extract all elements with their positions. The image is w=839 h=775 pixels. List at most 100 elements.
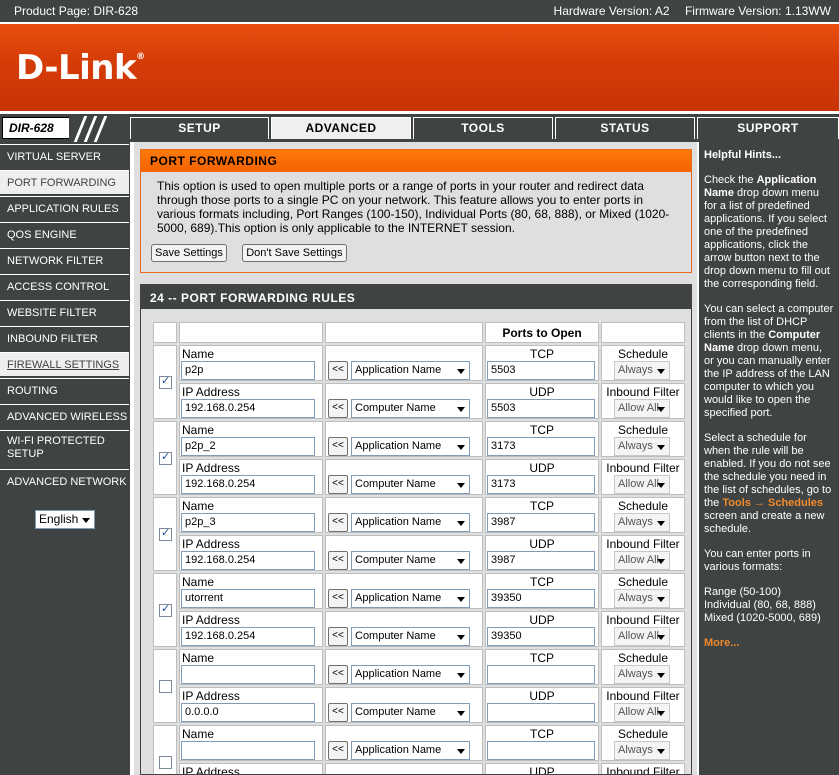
inbound-filter-select[interactable]: Allow All <box>614 551 670 570</box>
rule-ip-input[interactable]: 192.168.0.254 <box>181 551 315 570</box>
udp-ports-input[interactable]: 3173 <box>487 475 595 494</box>
rule-ip-cell: IP Address 192.168.0.254 <box>179 383 323 419</box>
language-select[interactable]: English <box>35 510 95 529</box>
inbound-filter-select[interactable]: Allow All <box>614 399 670 418</box>
chevron-down-icon <box>657 407 665 412</box>
udp-cell: UDP 5503 <box>485 383 599 419</box>
ip-address-label: IP Address <box>182 385 240 399</box>
sidebar-item-inbound-filter[interactable]: INBOUND FILTER <box>0 326 129 350</box>
fill-from-app-button[interactable]: << <box>328 513 348 532</box>
name-label: Name <box>182 499 215 513</box>
schedule-label: Schedule <box>617 423 669 437</box>
fill-from-computer-button[interactable]: << <box>328 703 348 722</box>
sidebar-item-advanced-network[interactable]: ADVANCED NETWORK <box>0 469 129 493</box>
rule-name-input[interactable]: p2p_2 <box>181 437 315 456</box>
sidebar-item-wifi-protected-setup[interactable]: WI-FI PROTECTED SETUP <box>0 430 129 467</box>
tools-schedules-link[interactable]: Tools → Schedules <box>722 497 823 509</box>
fill-from-app-button[interactable]: << <box>328 437 348 456</box>
application-name-select[interactable]: Application Name <box>351 741 470 760</box>
fill-from-computer-button[interactable]: << <box>328 475 348 494</box>
fill-from-app-button[interactable]: << <box>328 741 348 760</box>
rule-name-input[interactable]: p2p_3 <box>181 513 315 532</box>
schedule-select[interactable]: Always <box>614 589 670 608</box>
rule-enable-checkbox[interactable] <box>159 680 172 693</box>
more-link[interactable]: More... <box>704 637 834 650</box>
sidebar-item-firewall-settings[interactable]: FIREWALL SETTINGS <box>0 352 129 376</box>
fill-from-app-button[interactable]: << <box>328 665 348 684</box>
tab-support[interactable]: SUPPORT <box>697 117 839 139</box>
schedule-select[interactable]: Always <box>614 437 670 456</box>
sidebar-item-access-control[interactable]: ACCESS CONTROL <box>0 274 129 298</box>
fill-from-app-button[interactable]: << <box>328 589 348 608</box>
save-settings-button[interactable]: Save Settings <box>151 244 227 262</box>
fill-from-app-button[interactable]: << <box>328 361 348 380</box>
sidebar-item-network-filter[interactable]: NETWORK FILTER <box>0 248 129 272</box>
udp-ports-input[interactable]: 5503 <box>487 399 595 418</box>
fill-from-computer-button[interactable]: << <box>328 627 348 646</box>
slash-decoration <box>69 114 127 142</box>
app-select-cell: << Application Name <box>325 497 483 533</box>
sidebar-item-virtual-server[interactable]: VIRTUAL SERVER <box>0 144 129 168</box>
rule-ip-input[interactable]: 0.0.0.0 <box>181 703 315 722</box>
tcp-ports-input[interactable] <box>487 665 595 684</box>
udp-ports-input[interactable]: 3987 <box>487 551 595 570</box>
udp-ports-input[interactable] <box>487 703 595 722</box>
rule-enable-checkbox[interactable] <box>159 756 172 769</box>
inbound-filter-select[interactable]: Allow All <box>614 627 670 646</box>
dont-save-settings-button[interactable]: Don't Save Settings <box>242 244 347 262</box>
fill-from-computer-button[interactable]: << <box>328 551 348 570</box>
sidebar-item-website-filter[interactable]: WEBSITE FILTER <box>0 300 129 324</box>
sidebar-item-qos-engine[interactable]: QOS ENGINE <box>0 222 129 246</box>
rule-enable-cell <box>153 573 177 647</box>
tcp-ports-input[interactable]: 5503 <box>487 361 595 380</box>
computer-name-select[interactable]: Computer Name <box>351 475 470 494</box>
rule-enable-checkbox[interactable] <box>159 526 172 541</box>
schedule-select[interactable]: Always <box>614 361 670 380</box>
sidebar-item-routing[interactable]: ROUTING <box>0 378 129 402</box>
rule-enable-checkbox[interactable] <box>159 602 172 617</box>
rules-title: 24 -- PORT FORWARDING RULES <box>141 285 691 309</box>
schedule-select[interactable]: Always <box>614 513 670 532</box>
tcp-ports-input[interactable]: 3173 <box>487 437 595 456</box>
application-name-select[interactable]: Application Name <box>351 361 470 380</box>
rule-ip-input[interactable]: 192.168.0.254 <box>181 399 315 418</box>
inbound-filter-select[interactable]: Allow All <box>614 475 670 494</box>
rule-enable-cell <box>153 421 177 495</box>
rule-ip-input[interactable]: 192.168.0.254 <box>181 475 315 494</box>
rule-enable-checkbox[interactable] <box>159 450 172 465</box>
rule-name-input[interactable] <box>181 665 315 684</box>
tab-status[interactable]: STATUS <box>555 117 695 139</box>
tcp-ports-input[interactable] <box>487 741 595 760</box>
tab-tools[interactable]: TOOLS <box>413 117 553 139</box>
rule-ip-input[interactable]: 192.168.0.254 <box>181 627 315 646</box>
rule-name-input[interactable]: utorrent <box>181 589 315 608</box>
tcp-ports-input[interactable]: 39350 <box>487 589 595 608</box>
inbound-filter-select[interactable]: Allow All <box>614 703 670 722</box>
hint-application-name: Check the Application Name drop down men… <box>704 174 830 290</box>
computer-name-select[interactable]: Computer Name <box>351 627 470 646</box>
tab-advanced[interactable]: ADVANCED <box>271 117 411 139</box>
computer-name-select[interactable]: Computer Name <box>351 399 470 418</box>
schedule-select[interactable]: Always <box>614 665 670 684</box>
rule-name-input[interactable] <box>181 741 315 760</box>
application-name-select[interactable]: Application Name <box>351 437 470 456</box>
chevron-down-icon <box>457 445 465 450</box>
tab-setup[interactable]: SETUP <box>130 117 269 139</box>
sidebar-item-application-rules[interactable]: APPLICATION RULES <box>0 196 129 220</box>
rule-enable-checkbox[interactable] <box>159 374 172 389</box>
computer-name-select[interactable]: Computer Name <box>351 703 470 722</box>
application-name-select[interactable]: Application Name <box>351 589 470 608</box>
application-name-select[interactable]: Application Name <box>351 513 470 532</box>
computer-name-select[interactable]: Computer Name <box>351 551 470 570</box>
schedule-select[interactable]: Always <box>614 741 670 760</box>
rule-name-input[interactable]: p2p <box>181 361 315 380</box>
fill-from-computer-button[interactable]: << <box>328 399 348 418</box>
tcp-cell: TCP 3173 <box>485 421 599 457</box>
computer-select-cell: << Computer Name <box>325 611 483 647</box>
application-name-select[interactable]: Application Name <box>351 665 470 684</box>
tcp-ports-input[interactable]: 3987 <box>487 513 595 532</box>
sidebar-item-port-forwarding[interactable]: PORT FORWARDING <box>0 170 129 194</box>
udp-ports-input[interactable]: 39350 <box>487 627 595 646</box>
sidebar-item-advanced-wireless[interactable]: ADVANCED WIRELESS <box>0 404 129 428</box>
udp-cell: UDP <box>485 687 599 723</box>
